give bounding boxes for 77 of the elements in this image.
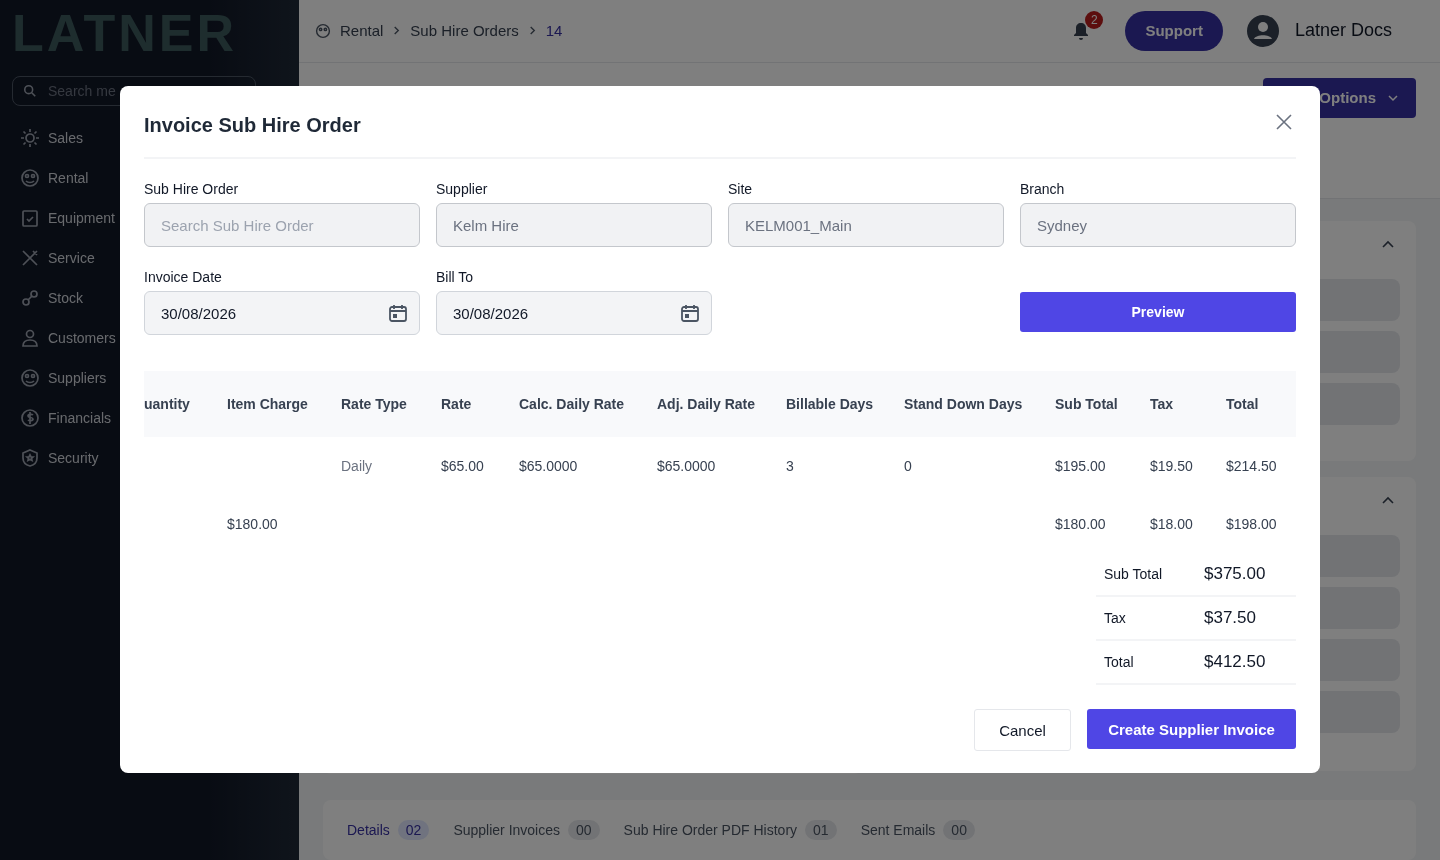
chevron-down-icon (1388, 92, 1398, 103)
nav-item[interactable]: Suppliers (20, 368, 107, 388)
table-cell: $198.00 (1226, 516, 1277, 532)
user-name: Latner Docs (1294, 20, 1392, 42)
field-label: Invoice Date (144, 269, 222, 285)
nav-item[interactable]: Stock (20, 288, 83, 308)
field-label: Branch (1020, 181, 1065, 197)
table-cell: $180.00 (1055, 516, 1106, 532)
tab[interactable]: Details 02 (347, 820, 430, 840)
total-value: $37.50 (1204, 608, 1256, 628)
column-header: Rate Type (341, 396, 407, 412)
dialog-title: Invoice Sub Hire Order (144, 114, 361, 137)
column-header: Tax (1150, 396, 1174, 412)
nav-item[interactable]: Customers (20, 328, 116, 348)
avatar-icon[interactable] (1246, 14, 1279, 47)
face-icon (315, 22, 331, 39)
clipboard-icon (20, 208, 40, 228)
total-label: Sub Total (1104, 566, 1164, 582)
breadcrumb-link[interactable]: Rental (340, 22, 384, 40)
notification-badge: 2 (1085, 10, 1104, 29)
field-label: Supplier (436, 181, 488, 197)
face-icon (20, 368, 40, 388)
column-header: Item Charge (227, 396, 308, 412)
tab[interactable]: Sub Hire Order PDF History 01 (623, 820, 837, 840)
table-cell: $19.50 (1150, 458, 1193, 474)
column-header: Calc. Daily Rate (519, 396, 625, 412)
chevron-right-icon (392, 26, 402, 36)
face-icon (20, 168, 40, 188)
table-cell: $65.00 (441, 458, 484, 474)
breadcrumb-link[interactable]: Sub Hire Orders (410, 22, 519, 40)
table-cell: 3 (786, 458, 794, 474)
chevron-right-icon (527, 26, 537, 36)
tab[interactable]: Sent Emails 00 (860, 820, 975, 840)
close-icon[interactable] (1276, 113, 1292, 130)
column-header: Sub Total (1055, 396, 1118, 412)
table-cell: Daily (341, 458, 373, 474)
date-field[interactable]: 30/08/2026 (144, 291, 420, 335)
total-value: $412.50 (1204, 652, 1266, 672)
column-header: Rate (441, 396, 472, 412)
nav-item[interactable]: Rental (20, 168, 89, 188)
table-cell: $18.00 (1150, 516, 1193, 532)
nav-item[interactable]: Service (20, 248, 95, 268)
breadcrumb-link[interactable]: 14 (545, 22, 563, 40)
create-invoice-button[interactable]: Create Supplier Invoice (1087, 709, 1296, 749)
table-cell: $65.0000 (657, 458, 716, 474)
nav-item[interactable]: Equipment (20, 208, 115, 228)
search-icon (23, 84, 37, 98)
dollar-icon (20, 408, 40, 428)
support-button[interactable]: Support (1125, 10, 1223, 51)
field-label: Site (728, 181, 753, 197)
calendar-icon[interactable] (388, 303, 408, 323)
date-field[interactable]: 30/08/2026 (436, 291, 712, 335)
column-header: Stand Down Days (904, 396, 1023, 412)
column-header: Billable Days (786, 396, 874, 412)
field-label: Bill To (436, 269, 474, 285)
table-cell: 0 (904, 458, 912, 474)
column-header: Total (1226, 396, 1259, 412)
shield-icon (20, 448, 40, 468)
tab[interactable]: Supplier Invoices 00 (453, 820, 600, 840)
field-label: Sub Hire Order (144, 181, 239, 197)
total-label: Total (1104, 654, 1135, 670)
table-cell: $65.0000 (519, 458, 578, 474)
nav-item[interactable]: Security (20, 448, 99, 468)
sun-icon (20, 128, 40, 148)
preview-button[interactable]: Preview (1020, 292, 1296, 332)
person-icon (20, 328, 40, 348)
table-cell: $180.00 (227, 516, 278, 532)
total-value: $375.00 (1204, 564, 1266, 584)
calendar-icon[interactable] (680, 303, 700, 323)
nav-item[interactable]: Sales (20, 128, 84, 148)
table-cell: $214.50 (1226, 458, 1277, 474)
nav-item[interactable]: Financials (20, 408, 112, 428)
table-cell: $195.00 (1055, 458, 1106, 474)
column-header: uantity (144, 396, 190, 412)
column-header: Adj. Daily Rate (657, 396, 756, 412)
total-label: Tax (1104, 610, 1127, 626)
cancel-button[interactable]: Cancel (974, 709, 1071, 751)
